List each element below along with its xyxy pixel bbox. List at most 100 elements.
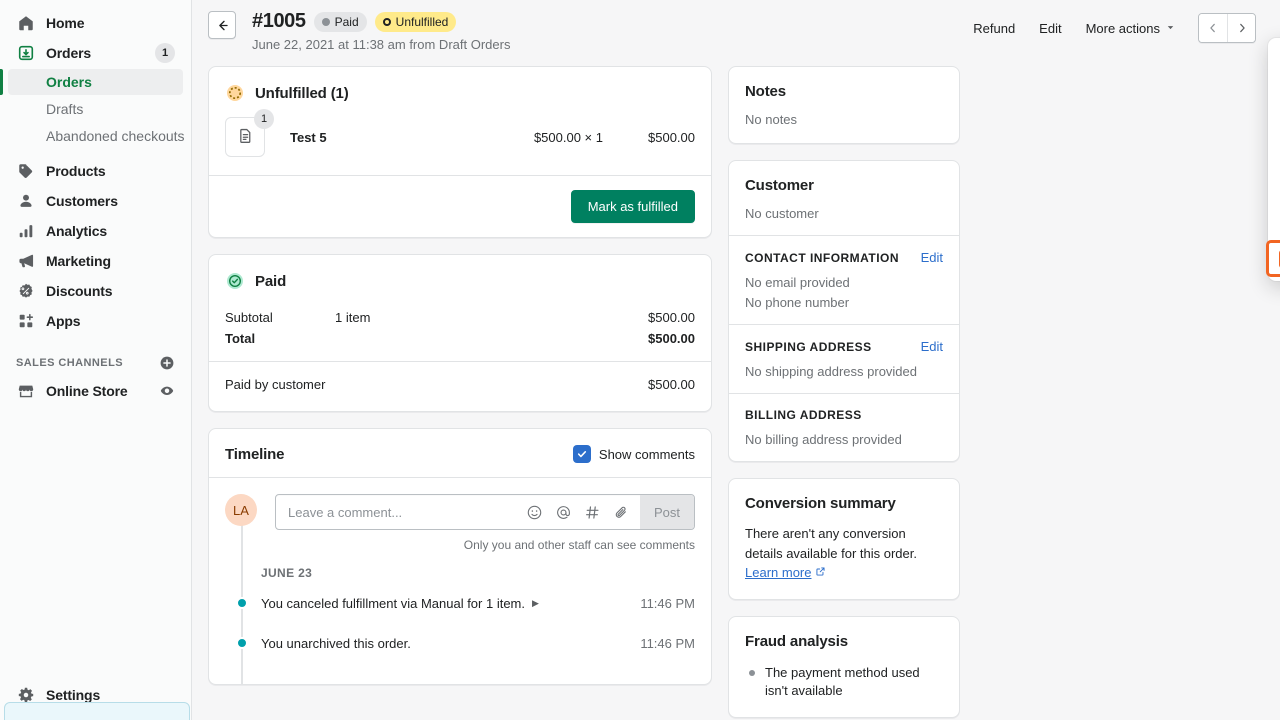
- sidebar-item-label: Products: [46, 163, 106, 179]
- sidebar-item-label: Apps: [46, 313, 80, 329]
- menu-item-archive[interactable]: Archive: [1268, 110, 1280, 143]
- summary-value: $500.00: [648, 331, 695, 346]
- main-sidebar: Home Orders 1 Orders Drafts Abandoned ch…: [0, 0, 192, 720]
- unfulfilled-icon: [225, 83, 245, 103]
- customer-email: No email provided: [745, 275, 943, 290]
- summary-value: $500.00: [648, 377, 695, 392]
- notes-title: Notes: [745, 83, 943, 100]
- orders-count-badge: 1: [155, 43, 175, 63]
- sidebar-item-online-store[interactable]: Online Store: [8, 377, 183, 405]
- show-comments-toggle[interactable]: Show comments: [573, 445, 695, 463]
- payment-card: Paid Subtotal 1 item $500.00 Total $500.…: [208, 254, 712, 412]
- sidebar-item-marketing[interactable]: Marketing: [8, 247, 183, 275]
- fulfillment-status-label: Unfulfilled: [396, 15, 449, 29]
- summary-row-paid-by-customer: Paid by customer $500.00: [225, 374, 695, 395]
- sales-channels-header: SALES CHANNELS: [0, 350, 191, 376]
- bullet-icon: [749, 670, 755, 676]
- refund-button[interactable]: Refund: [963, 16, 1025, 41]
- comment-input[interactable]: Leave a comment...: [288, 505, 526, 520]
- document-icon: [237, 127, 254, 147]
- timeline-event-time: 11:46 PM: [640, 636, 695, 651]
- timeline-dot-icon: [236, 637, 248, 649]
- page-header: #1005 Paid Unfulfilled June 22, 2021 at …: [192, 0, 1280, 52]
- timeline-event-text: You unarchived this order.: [261, 636, 411, 651]
- sidebar-item-orders[interactable]: Orders 1: [8, 39, 183, 67]
- post-comment-button[interactable]: Post: [640, 495, 694, 529]
- sidebar-item-home[interactable]: Home: [8, 9, 183, 37]
- customer-card: Customer No customer CONTACT INFORMATION…: [728, 160, 960, 462]
- line-item-name[interactable]: Test 5: [290, 130, 327, 145]
- timeline-event: You unarchived this order. 11:46 PM: [225, 634, 695, 652]
- more-actions-button[interactable]: More actions: [1076, 16, 1186, 41]
- sidebar-item-abandoned-checkouts[interactable]: Abandoned checkouts: [8, 123, 183, 149]
- sidebar-item-apps[interactable]: Apps: [8, 307, 183, 335]
- sales-channels-label: SALES CHANNELS: [16, 357, 123, 369]
- sidebar-item-customers[interactable]: Customers: [8, 187, 183, 215]
- timeline-event: You canceled fulfillment via Manual for …: [225, 594, 695, 612]
- sidebar-bottom-strip: [4, 702, 190, 720]
- line-item-quantity-badge: 1: [254, 109, 274, 129]
- online-store-icon: [16, 381, 36, 401]
- menu-item-print-packing-slips[interactable]: Print packing slips: [1268, 176, 1280, 209]
- sidebar-subitem-label: Abandoned checkouts: [46, 128, 185, 144]
- primary-column: Unfulfilled (1) 1 Test 5 $500.0: [208, 66, 712, 701]
- comment-input-wrapper[interactable]: Leave a comment...: [275, 494, 695, 530]
- preview-store-icon[interactable]: [159, 383, 175, 399]
- chevron-down-icon: [1165, 21, 1176, 36]
- shipping-address-heading: SHIPPING ADDRESS: [745, 340, 872, 354]
- add-sales-channel-icon[interactable]: [159, 355, 175, 371]
- edit-shipping-link[interactable]: Edit: [921, 339, 943, 354]
- previous-order-button[interactable]: [1199, 14, 1227, 42]
- menu-item-duplicate[interactable]: Duplicate: [1268, 44, 1280, 77]
- more-actions-dropdown: Duplicate Cancel order Archive Print ord…: [1268, 38, 1280, 281]
- payment-card-title: Paid: [255, 273, 286, 290]
- sidebar-item-drafts[interactable]: Drafts: [8, 96, 183, 122]
- timeline-event-text: You canceled fulfillment via Manual for …: [261, 596, 525, 611]
- timeline-card: Timeline Show comments LA Leave a: [208, 428, 712, 685]
- summary-divider: [209, 361, 711, 362]
- sidebar-item-label: Marketing: [46, 253, 111, 269]
- avatar: LA: [225, 494, 257, 526]
- menu-item-print-order-page[interactable]: Print order page: [1268, 143, 1280, 176]
- sidebar-item-label: Orders: [46, 45, 91, 61]
- summary-label: Total: [225, 331, 335, 346]
- sidebar-item-label: Discounts: [46, 283, 112, 299]
- mark-as-fulfilled-button[interactable]: Mark as fulfilled: [571, 190, 695, 223]
- mention-icon[interactable]: [555, 504, 572, 521]
- edit-contact-link[interactable]: Edit: [921, 250, 943, 265]
- menu-item-view-order-status-page[interactable]: View order status page: [1268, 209, 1280, 242]
- sidebar-item-products[interactable]: Products: [8, 157, 183, 185]
- edit-button[interactable]: Edit: [1029, 16, 1071, 41]
- hashtag-icon[interactable]: [584, 504, 601, 521]
- timeline-title: Timeline: [225, 446, 284, 463]
- line-item-unit-price: $500.00 × 1: [534, 130, 603, 145]
- customer-title: Customer: [745, 177, 943, 194]
- attachment-icon[interactable]: [613, 504, 630, 521]
- conversion-summary-title: Conversion summary: [745, 495, 943, 512]
- shipping-address-section: SHIPPING ADDRESS Edit No shipping addres…: [729, 325, 959, 393]
- summary-middle: 1 item: [335, 310, 648, 325]
- sidebar-item-discounts[interactable]: Discounts: [8, 277, 183, 305]
- sidebar-subitem-label: Orders: [46, 74, 92, 90]
- content-columns: Unfulfilled (1) 1 Test 5 $500.0: [192, 52, 1280, 720]
- menu-item-send-with-lalamove[interactable]: Send with Lalamove: [1268, 242, 1280, 275]
- fulfillment-status-badge: Unfulfilled: [375, 12, 457, 32]
- learn-more-link[interactable]: Learn more: [745, 565, 811, 580]
- menu-item-cancel-order[interactable]: Cancel order: [1268, 77, 1280, 110]
- expand-caret-icon[interactable]: ▶: [532, 598, 539, 609]
- products-icon: [16, 161, 36, 181]
- fraud-analysis-title: Fraud analysis: [745, 633, 943, 650]
- payment-status-badge: Paid: [314, 12, 367, 32]
- emoji-icon[interactable]: [526, 504, 543, 521]
- sidebar-item-analytics[interactable]: Analytics: [8, 217, 183, 245]
- summary-label: Subtotal: [225, 310, 335, 325]
- conversion-summary-text: There aren't any conversion details avai…: [745, 526, 917, 561]
- line-item-row: 1 Test 5 $500.00 × 1 $500.00: [209, 103, 711, 175]
- sidebar-item-label: Online Store: [46, 383, 128, 399]
- back-button[interactable]: [208, 11, 236, 39]
- conversion-summary-body: There aren't any conversion details avai…: [745, 524, 943, 583]
- sidebar-item-orders-sub[interactable]: Orders: [8, 69, 183, 95]
- page-title: #1005: [252, 10, 306, 33]
- next-order-button[interactable]: [1227, 14, 1255, 42]
- app-root: Home Orders 1 Orders Drafts Abandoned ch…: [0, 0, 1280, 720]
